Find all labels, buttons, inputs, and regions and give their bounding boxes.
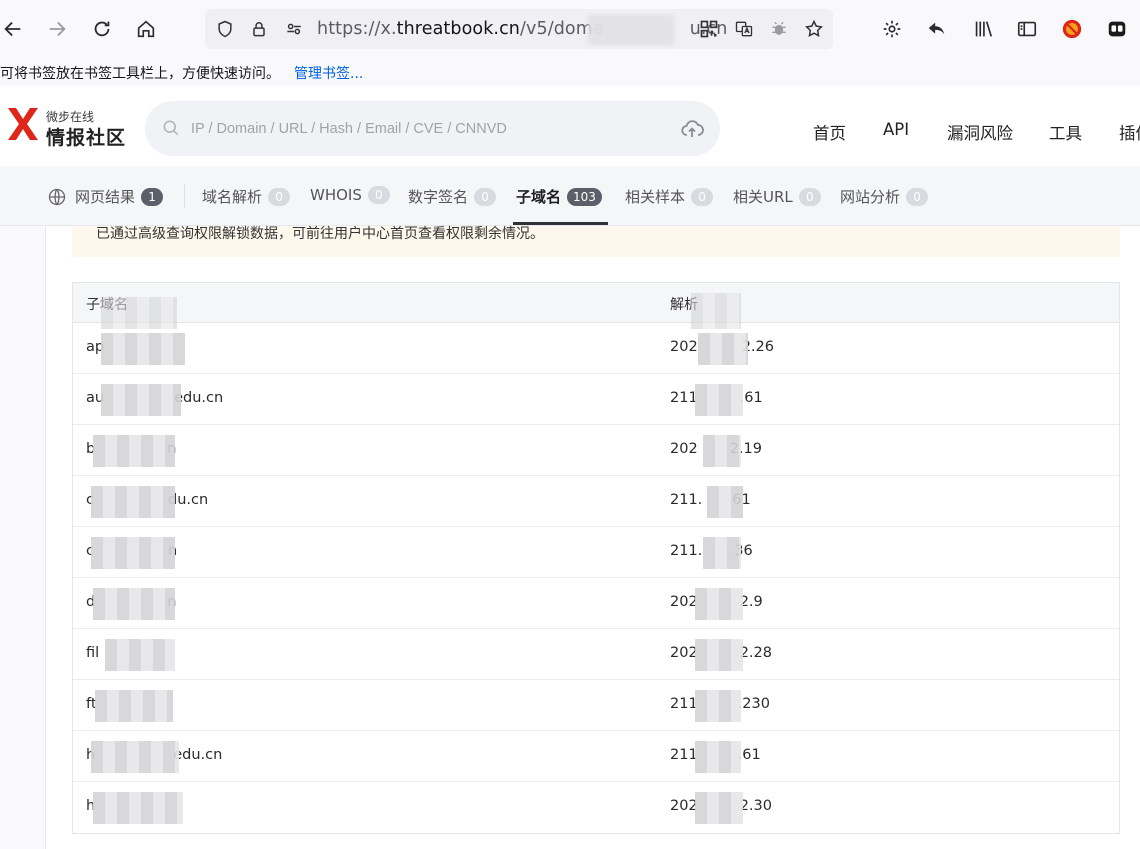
- redacted-patch: [703, 435, 741, 467]
- tab-subdomains[interactable]: 子域名 103: [516, 186, 602, 207]
- table-row[interactable]: bn2022.19: [73, 425, 1119, 476]
- qr-code-icon[interactable]: [697, 17, 721, 41]
- tab-count-badge: 0: [367, 186, 390, 204]
- redacted-patch: [91, 486, 175, 518]
- table-row[interactable]: ap 202 2.26: [73, 323, 1119, 374]
- subdomain-table: 子域名 解析 ap2022.26auedu.cn211.61bn2022.19c…: [72, 282, 1120, 834]
- redacted-patch: [101, 384, 181, 416]
- tab-count-badge: 103: [567, 187, 602, 206]
- redacted-patch: [703, 537, 741, 569]
- tab-label: 相关URL: [733, 188, 793, 206]
- nav-plugins[interactable]: 插件: [1119, 120, 1140, 144]
- tab-dns-resolution[interactable]: 域名解析 0: [202, 186, 291, 207]
- main-content: 已通过高级查询权限解锁数据，可前往用户中心首页查看权限剩余情况。 子域名 解析 …: [45, 226, 1140, 849]
- result-tabs: 网页结果 1 域名解析 0 WHOIS 0 数字签名 0 子域名 103 相关样…: [0, 166, 1140, 226]
- settings-icon[interactable]: [877, 14, 907, 44]
- back-icon[interactable]: [0, 14, 28, 44]
- redacted-patch: [695, 588, 743, 620]
- nav-home[interactable]: 首页: [813, 120, 846, 144]
- tab-count-badge: 0: [474, 187, 497, 206]
- bug-icon[interactable]: [767, 17, 791, 41]
- bookmark-bar: 可将书签放在书签工具栏上，方便快速访问。 管理书签...: [0, 58, 1140, 86]
- redacted-patch: [695, 384, 743, 416]
- redacted-patch: [695, 639, 743, 671]
- nav-api[interactable]: API: [883, 120, 909, 139]
- search-input[interactable]: [191, 101, 671, 156]
- table-row[interactable]: h 202 2.30: [73, 782, 1119, 833]
- table-row[interactable]: cn211.36: [73, 527, 1119, 578]
- tab-related-samples[interactable]: 相关样本 0: [625, 186, 714, 207]
- redacted-patch: [91, 537, 175, 569]
- address-bar[interactable]: https://x.threatbook.cn/v5/doma u.cn: [205, 9, 833, 49]
- threatbook-logo-icon[interactable]: [6, 106, 40, 142]
- upload-cloud-icon[interactable]: [680, 117, 704, 141]
- table-row[interactable]: cdu.cn211.61: [73, 476, 1119, 527]
- reload-icon[interactable]: [87, 14, 117, 44]
- permissions-icon[interactable]: [282, 17, 306, 41]
- forward-icon[interactable]: [42, 14, 72, 44]
- extension-icon[interactable]: [1102, 14, 1132, 44]
- tab-count-badge: 0: [691, 187, 714, 206]
- translate-icon[interactable]: [732, 17, 756, 41]
- blocker-extension-icon[interactable]: [1057, 14, 1087, 44]
- redacted-patch: [93, 588, 175, 620]
- tab-site-analysis[interactable]: 网站分析 0: [840, 186, 929, 207]
- tab-count-badge: 1: [141, 187, 164, 206]
- redacted-patch: [95, 690, 173, 722]
- redacted-patch: [695, 792, 743, 824]
- lock-icon[interactable]: [247, 17, 271, 41]
- table-row[interactable]: au edu.cn 211.61: [73, 374, 1119, 425]
- globe-icon: [48, 188, 66, 205]
- redacted-patch: [91, 741, 179, 773]
- redacted-patch: [695, 741, 741, 773]
- tab-digital-signature[interactable]: 数字签名 0: [408, 186, 497, 207]
- browser-toolbar: https://x.threatbook.cn/v5/doma u.cn: [0, 0, 1140, 58]
- manage-bookmarks-link[interactable]: 管理书签...: [294, 63, 363, 83]
- redacted-patch: [93, 435, 175, 467]
- redacted-patch: [93, 792, 183, 824]
- nav-tools[interactable]: 工具: [1049, 120, 1082, 144]
- home-icon[interactable]: [131, 14, 161, 44]
- bookmark-star-icon[interactable]: [802, 17, 826, 41]
- tab-count-badge: 0: [906, 187, 929, 206]
- tab-divider: [184, 184, 185, 208]
- table-row[interactable]: ft 211.230: [73, 680, 1119, 731]
- tab-label: 数字签名: [408, 188, 469, 206]
- shield-icon[interactable]: [213, 17, 237, 41]
- logo-title: 情报社区: [46, 127, 127, 149]
- tab-whois[interactable]: WHOIS 0: [310, 186, 390, 204]
- table-row[interactable]: dn2022.9: [73, 578, 1119, 629]
- tab-label: 网页结果: [75, 188, 136, 206]
- redacted-patch: [695, 690, 741, 722]
- nav-vulnerabilities[interactable]: 漏洞风险: [947, 120, 1013, 144]
- tab-label: 子域名: [516, 188, 562, 206]
- notice-text: 已通过高级查询权限解锁数据，可前往用户中心首页查看权限剩余情况。: [96, 226, 544, 242]
- undo-icon[interactable]: [922, 14, 952, 44]
- redacted-patch: [105, 639, 175, 671]
- tab-label: 域名解析: [202, 188, 263, 206]
- redacted-patch: [588, 15, 674, 45]
- tab-label: WHOIS: [310, 186, 362, 204]
- redacted-patch: [698, 333, 748, 365]
- redacted-patch: [101, 333, 185, 365]
- tab-related-urls[interactable]: 相关URL 0: [733, 186, 821, 207]
- redacted-patch: [707, 486, 743, 518]
- tab-count-badge: 0: [268, 187, 291, 206]
- tab-label: 网站分析: [840, 188, 901, 206]
- site-header: 微步在线 情报社区 首页 API 漏洞风险 工具 插件: [0, 86, 1140, 166]
- tab-count-badge: 0: [798, 187, 821, 206]
- search-icon: [163, 120, 179, 136]
- search-box[interactable]: [145, 101, 720, 156]
- table-row[interactable]: fil 202 2.28: [73, 629, 1119, 680]
- tab-web-results[interactable]: 网页结果 1: [47, 186, 164, 207]
- table-row[interactable]: hedu.cn211.61: [73, 731, 1119, 782]
- library-icon[interactable]: [968, 14, 998, 44]
- permission-notice: 已通过高级查询权限解锁数据，可前往用户中心首页查看权限剩余情况。: [72, 226, 1120, 257]
- sidebar-icon[interactable]: [1012, 14, 1042, 44]
- bookmark-hint: 可将书签放在书签工具栏上，方便快速访问。: [0, 66, 280, 82]
- tab-label: 相关样本: [625, 188, 686, 206]
- table-header: 子域名 解析: [73, 283, 1119, 329]
